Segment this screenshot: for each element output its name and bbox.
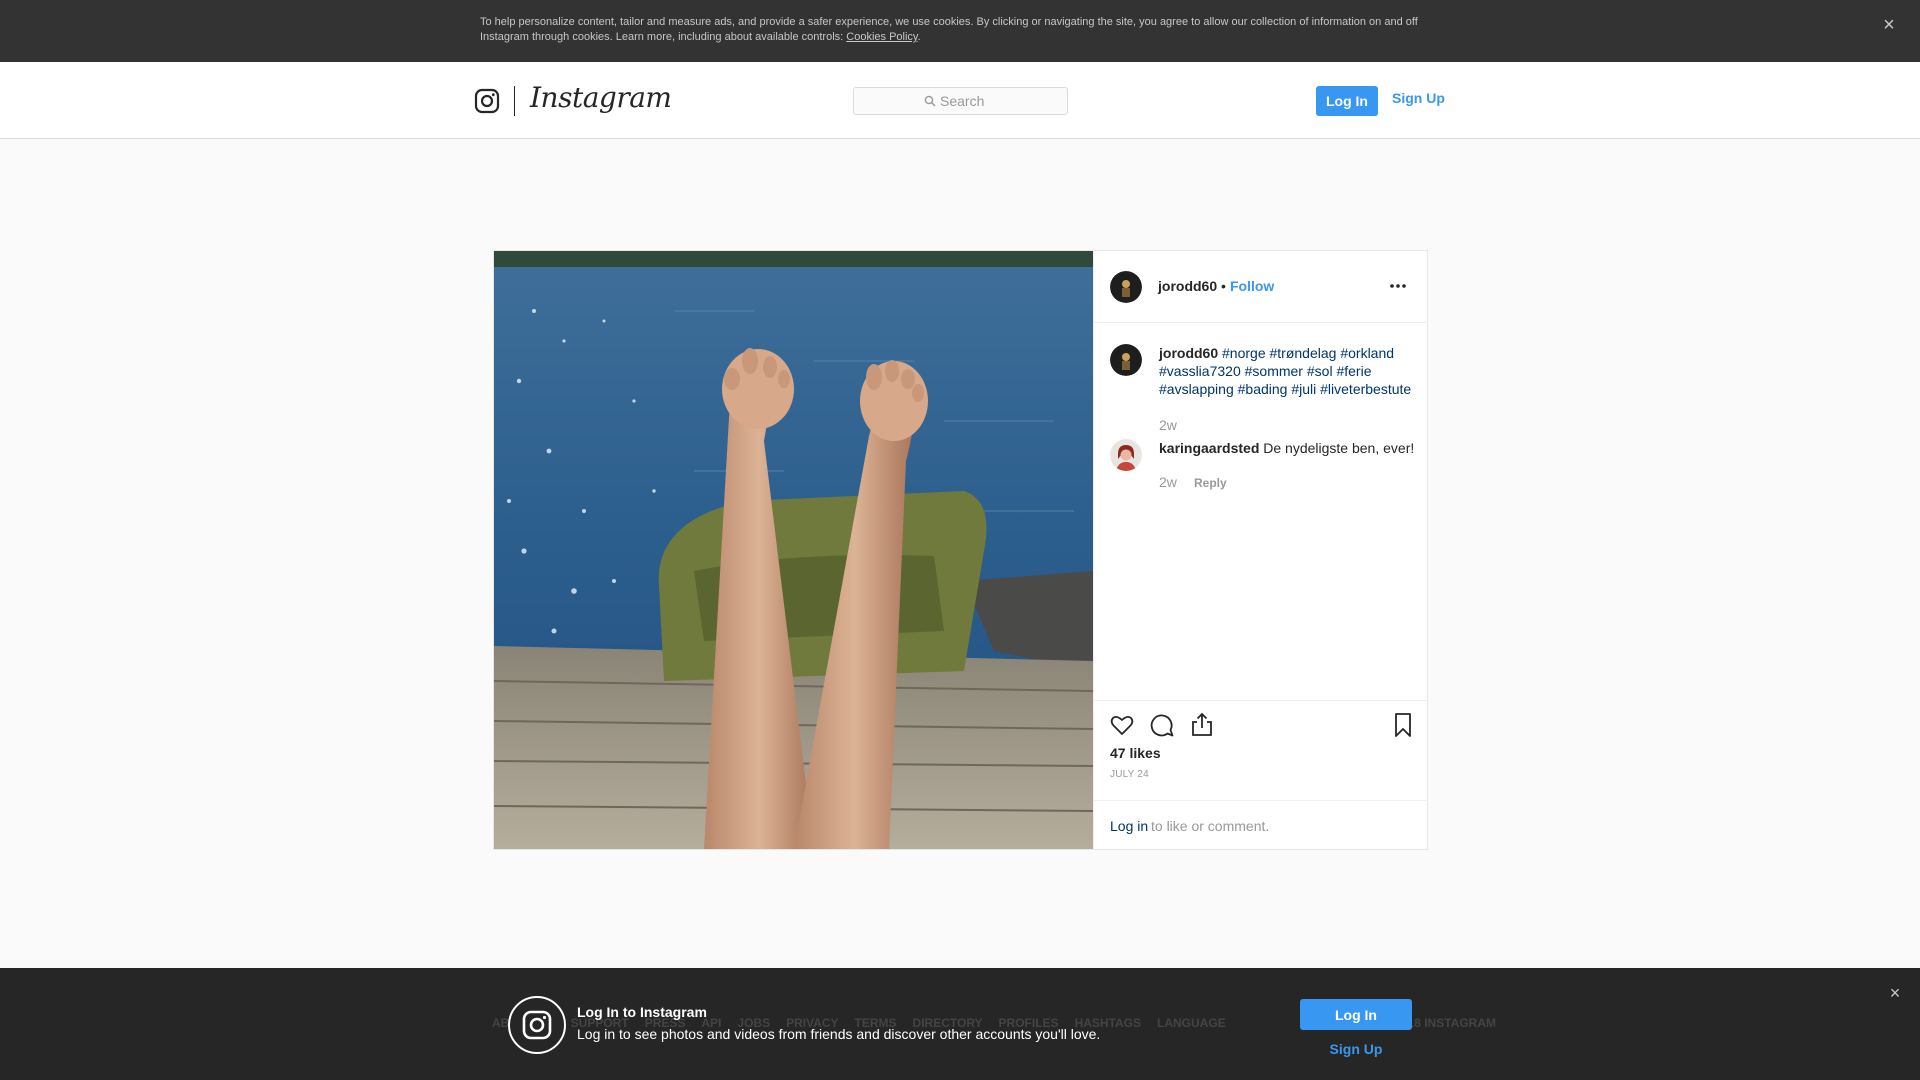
hashtag-link[interactable]: #norge	[1222, 345, 1266, 361]
comments-area: jorodd60 #norge #trøndelag #orkland #vas…	[1094, 324, 1428, 699]
header-login-button[interactable]: Log In	[1316, 86, 1378, 116]
follow-separator: •	[1221, 278, 1226, 294]
header-signup-link[interactable]: Sign Up	[1392, 90, 1445, 106]
login-link[interactable]: Log in	[1110, 818, 1148, 834]
hashtag-link[interactable]: #orkland	[1340, 345, 1394, 361]
cookie-banner-message: To help personalize content, tailor and …	[480, 16, 1418, 43]
hashtag-link[interactable]: #ferie	[1336, 363, 1371, 379]
hashtag-link[interactable]: #sol	[1307, 363, 1333, 379]
footer-link-language[interactable]: LANGUAGE	[1157, 1016, 1226, 1030]
hashtag-link[interactable]: #bading	[1238, 381, 1288, 397]
comment-timestamp[interactable]: 2w	[1159, 474, 1177, 490]
hashtag-link[interactable]: #avslapping	[1159, 381, 1234, 397]
overlay-login-button[interactable]: Log In	[1300, 999, 1412, 1030]
caption-avatar[interactable]	[1110, 344, 1142, 376]
cookie-banner-text: To help personalize content, tailor and …	[480, 15, 1440, 45]
heart-icon[interactable]	[1108, 711, 1136, 739]
cookie-banner: To help personalize content, tailor and …	[0, 0, 1920, 62]
hashtag-link[interactable]: #juli	[1291, 381, 1316, 397]
post-header: jorodd60 • Follow	[1094, 251, 1428, 323]
post-photo[interactable]	[494, 251, 1093, 849]
search-box[interactable]	[853, 87, 1068, 115]
instagram-wordmark[interactable]: Instagram	[530, 81, 672, 114]
commenter-avatar-image	[1110, 439, 1142, 471]
close-icon[interactable]: ×	[1878, 14, 1900, 36]
overlay-title: Log In to Instagram	[577, 1004, 707, 1020]
post-actions: 47 likes JULY 24	[1094, 700, 1428, 800]
overlay-subtitle: Log in to see photos and videos from fri…	[577, 1026, 1101, 1042]
post-card: jorodd60 • Follow jorodd60 #norge #trønd…	[493, 250, 1428, 850]
search-input[interactable]	[940, 91, 1060, 111]
hashtag-link[interactable]: #trøndelag	[1270, 345, 1337, 361]
caption-username[interactable]: jorodd60	[1159, 345, 1218, 361]
overlay-signup-link[interactable]: Sign Up	[1300, 1041, 1412, 1057]
post-caption: jorodd60 #norge #trøndelag #orkland #vas…	[1159, 344, 1421, 398]
instagram-glyph-icon	[508, 996, 566, 1054]
follow-button[interactable]: Follow	[1230, 278, 1274, 294]
share-icon[interactable]	[1188, 711, 1216, 739]
hashtag-link[interactable]: #sommer	[1245, 363, 1303, 379]
more-options-icon[interactable]	[1386, 278, 1410, 294]
search-icon	[924, 95, 936, 107]
post-photo-image	[494, 251, 1093, 849]
post-date[interactable]: JULY 24	[1110, 769, 1149, 780]
instagram-glyph-icon[interactable]	[474, 88, 500, 114]
caption-timestamp[interactable]: 2w	[1159, 417, 1177, 433]
login-to-comment: Log in to like or comment.	[1094, 800, 1428, 849]
close-icon[interactable]: ×	[1886, 984, 1904, 1002]
cookie-banner-period: .	[917, 31, 921, 43]
cookies-policy-link[interactable]: Cookies Policy	[846, 31, 917, 43]
author-avatar[interactable]	[1110, 271, 1142, 303]
comment: karingaardsted De nydeligste ben, ever!	[1159, 439, 1421, 457]
post-sidebar: jorodd60 • Follow jorodd60 #norge #trønd…	[1093, 251, 1428, 849]
likes-count[interactable]: 47 likes	[1110, 745, 1161, 761]
hashtag-link[interactable]: #liveterbestute	[1320, 381, 1411, 397]
comment-text: De nydeligste ben, ever!	[1263, 440, 1415, 456]
bookmark-icon[interactable]	[1389, 711, 1417, 739]
reply-button[interactable]: Reply	[1194, 476, 1227, 490]
login-overlay: ABOUT US SUPPORT PRESS API JOBS PRIVACY …	[0, 968, 1920, 1080]
commenter-avatar[interactable]	[1110, 439, 1142, 471]
logo-divider	[514, 86, 515, 116]
comment-bubble-icon[interactable]	[1148, 711, 1176, 739]
author-avatar-image	[1110, 271, 1142, 303]
hashtag-link[interactable]: #vasslia7320	[1159, 363, 1241, 379]
caption-avatar-image	[1110, 344, 1142, 376]
top-navigation: Instagram Log In Sign Up	[0, 62, 1920, 139]
author-username[interactable]: jorodd60	[1158, 278, 1217, 294]
commenter-username[interactable]: karingaardsted	[1159, 440, 1259, 456]
login-prompt-text: to like or comment.	[1151, 818, 1270, 834]
